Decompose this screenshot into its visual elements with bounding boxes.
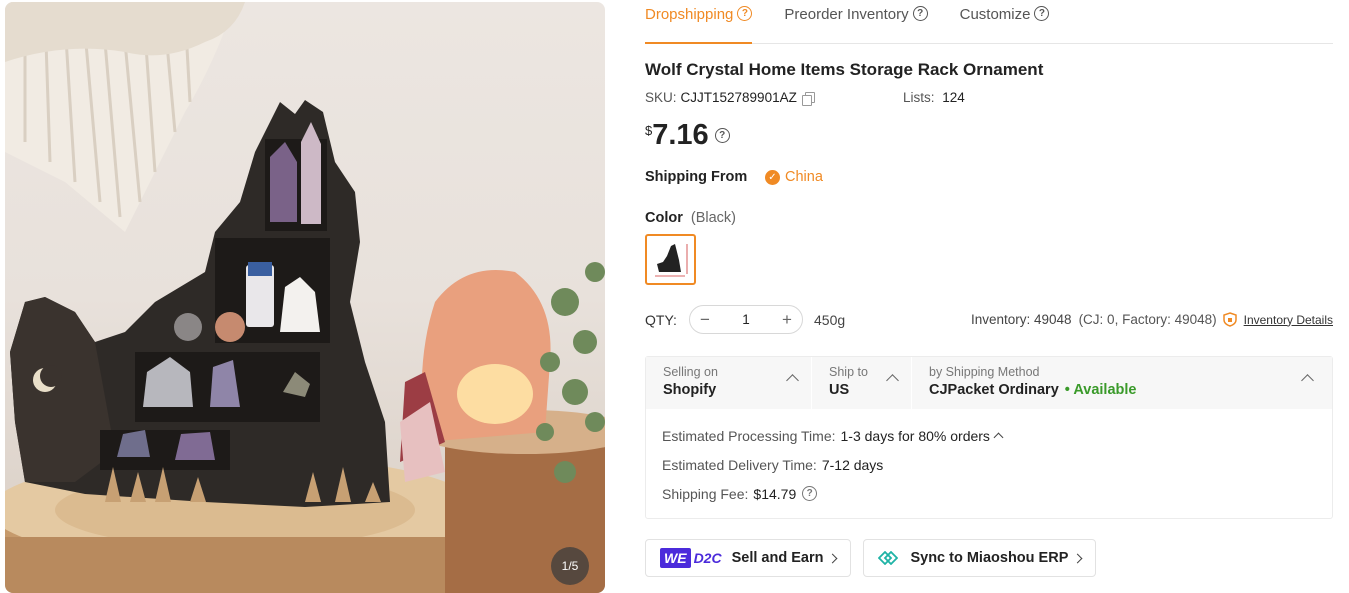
sku-label: SKU: (645, 90, 677, 105)
processing-time-label: Estimated Processing Time: (662, 427, 836, 444)
help-icon[interactable]: ? (802, 486, 818, 501)
lists-label: Lists: (903, 90, 935, 105)
copy-icon[interactable] (801, 91, 815, 106)
chevron-right-icon (1072, 553, 1083, 563)
price-help-icon[interactable]: ? (714, 128, 730, 143)
ship-to-value: US (829, 382, 850, 398)
tab-preorder-inventory[interactable]: Preorder Inventory ? (784, 0, 928, 43)
sync-erp-label: Sync to Miaoshou ERP (910, 550, 1069, 566)
processing-time: Estimated Processing Time: 1-3 days for … (662, 421, 1316, 450)
inventory-total: Inventory: 49048 (970, 312, 1072, 327)
swatch-thumbnail (649, 238, 692, 281)
sync-miaoshou-erp-button[interactable]: Sync to Miaoshou ERP (863, 539, 1097, 577)
delivery-time: Estimated Delivery Time: 7-12 days (662, 450, 1316, 479)
macrame-decoration (5, 2, 245, 232)
help-icon[interactable]: ? (912, 6, 928, 21)
shipping-method-value: CJPacket Ordinary • Available (929, 382, 1332, 398)
availability-status: • Available (1064, 382, 1137, 398)
price: $ 7.16 ? (645, 119, 1333, 151)
purchase-mode-tabs: Dropshipping ? Preorder Inventory ? Cust… (645, 0, 1333, 44)
product-weight: 450g (814, 311, 846, 328)
delivery-time-value: 7-12 days (821, 456, 884, 473)
quantity-row: QTY: − + 450g Inventory: 49048 (CJ: 0, F… (645, 305, 1333, 334)
color-selected-value: (Black) (690, 210, 737, 226)
quantity-input[interactable] (720, 312, 772, 327)
inventory-info: Inventory: 49048 (CJ: 0, Factory: 49048)… (971, 312, 1333, 327)
chevron-up-icon[interactable] (993, 432, 1004, 442)
check-circle-icon: ✓ (765, 169, 780, 185)
delivery-time-label: Estimated Delivery Time: (662, 456, 817, 473)
shipping-fee-value: $14.79 (753, 485, 797, 502)
currency-symbol: $ (645, 123, 653, 138)
ship-to-label: Ship to (829, 365, 868, 379)
we-logo: WE (660, 548, 691, 568)
help-icon[interactable]: ? (737, 6, 753, 21)
product-image-gallery[interactable]: 1/5 (5, 2, 605, 593)
sku-value: CJJT152789901AZ (680, 90, 797, 105)
help-icon[interactable]: ? (1034, 6, 1050, 21)
sell-and-earn-label: Sell and Earn (731, 550, 824, 566)
selling-on-value: Shopify (663, 382, 717, 398)
tab-label: Preorder Inventory (784, 6, 909, 23)
inventory-details-link[interactable]: Inventory Details (1244, 313, 1333, 327)
increment-button[interactable]: + (772, 310, 802, 330)
shipping-estimates: Estimated Processing Time: 1-3 days for … (646, 409, 1332, 518)
tab-customize[interactable]: Customize ? (960, 0, 1050, 43)
selling-on-dropdown[interactable]: Selling on Shopify (646, 357, 812, 409)
lists-info: Lists: 124 (903, 90, 965, 105)
sell-and-earn-button[interactable]: WE D2C Sell and Earn (645, 539, 852, 577)
shipping-method-label: by Shipping Method (929, 365, 1040, 379)
qty-label: QTY: (645, 311, 677, 328)
shield-icon (1222, 312, 1237, 327)
shipping-fee: Shipping Fee: $14.79 ? (662, 479, 1316, 508)
shipping-from: Shipping From ✓ China (645, 169, 1333, 185)
product-title: Wolf Crystal Home Items Storage Rack Orn… (645, 60, 1044, 79)
shipping-method-name: CJPacket Ordinary (929, 382, 1059, 398)
decrement-button[interactable]: − (690, 310, 720, 330)
chevron-right-icon (828, 553, 838, 563)
product-detail-panel: Dropshipping ? Preorder Inventory ? Cust… (645, 0, 1333, 577)
processing-time-value: 1-3 days for 80% orders (840, 427, 990, 444)
quantity-stepper: − + (689, 305, 803, 334)
tab-dropshipping[interactable]: Dropshipping ? (645, 0, 753, 44)
shipping-method-dropdown[interactable]: by Shipping Method CJPacket Ordinary • Av… (912, 357, 1332, 409)
color-swatch-black[interactable] (645, 234, 696, 285)
shipping-from-label: Shipping From (645, 169, 748, 185)
tab-label: Dropshipping (645, 6, 734, 23)
d2c-logo: D2C (693, 550, 722, 566)
product-meta: SKU: CJJT152789901AZ Lists: 124 (645, 90, 1333, 106)
shipping-box: Selling on Shopify Ship to US by Shippin… (645, 356, 1333, 519)
ship-to-dropdown[interactable]: Ship to US (812, 357, 912, 409)
miaoshou-erp-icon (878, 551, 899, 565)
product-image (5, 2, 605, 593)
shipping-options: Selling on Shopify Ship to US by Shippin… (646, 357, 1332, 409)
color-label: Color (645, 210, 683, 226)
price-amount: 7.16 (652, 119, 709, 151)
inventory-breakdown: (CJ: 0, Factory: 49048) (1078, 312, 1217, 327)
sku-info: SKU: CJJT152789901AZ (645, 90, 903, 106)
action-buttons: WE D2C Sell and Earn Sync to Miaoshou ER… (645, 539, 1333, 577)
image-page-indicator[interactable]: 1/5 (551, 547, 589, 585)
shipping-from-country[interactable]: China (785, 169, 823, 185)
tab-label: Customize (959, 6, 1031, 23)
lists-count: 124 (942, 90, 965, 105)
color-selector: Color (Black) (645, 210, 1333, 285)
shipping-fee-label: Shipping Fee: (662, 485, 749, 502)
